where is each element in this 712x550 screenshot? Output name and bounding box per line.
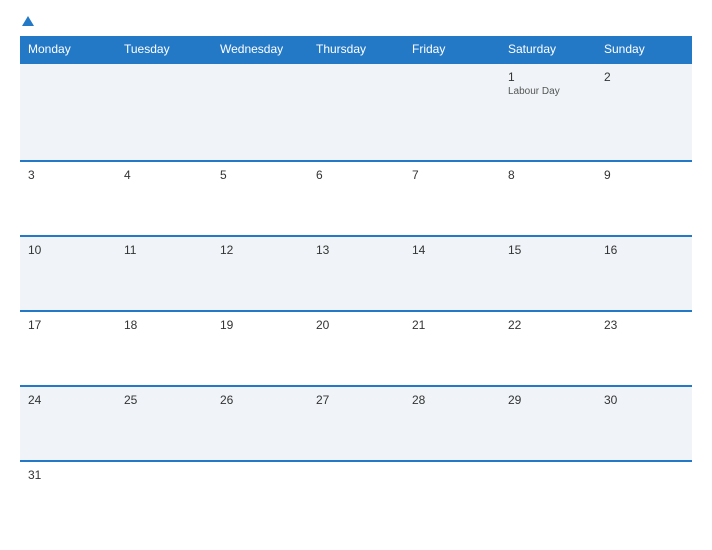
day-number: 30 — [604, 393, 684, 407]
day-number: 13 — [316, 243, 396, 257]
day-number: 29 — [508, 393, 588, 407]
day-number: 9 — [604, 168, 684, 182]
day-number: 17 — [28, 318, 108, 332]
day-number: 7 — [412, 168, 492, 182]
logo-triangle-icon — [22, 16, 34, 26]
calendar-week-6: 31 — [20, 461, 692, 534]
day-number: 18 — [124, 318, 204, 332]
calendar-cell: 8 — [500, 161, 596, 236]
calendar-cell: 31 — [20, 461, 116, 534]
calendar-cell — [308, 461, 404, 534]
calendar-cell: 21 — [404, 311, 500, 386]
day-number: 5 — [220, 168, 300, 182]
day-number: 24 — [28, 393, 108, 407]
day-number: 8 — [508, 168, 588, 182]
calendar-cell: 15 — [500, 236, 596, 311]
calendar-table: MondayTuesdayWednesdayThursdayFridaySatu… — [20, 36, 692, 534]
calendar-cell: 25 — [116, 386, 212, 461]
calendar-cell: 1 Labour Day — [500, 63, 596, 161]
day-number: 12 — [220, 243, 300, 257]
day-number: 4 — [124, 168, 204, 182]
calendar-cell: 30 — [596, 386, 692, 461]
holiday-label: Labour Day — [508, 86, 588, 97]
day-number: 6 — [316, 168, 396, 182]
day-number: 28 — [412, 393, 492, 407]
calendar-cell — [404, 63, 500, 161]
day-number: 21 — [412, 318, 492, 332]
calendar-cell — [116, 63, 212, 161]
calendar-cell: 5 — [212, 161, 308, 236]
day-header-sunday: Sunday — [596, 36, 692, 63]
calendar-cell: 19 — [212, 311, 308, 386]
calendar-week-5: 24 25 26 27 28 29 30 — [20, 386, 692, 461]
calendar-cell: 29 — [500, 386, 596, 461]
calendar-cell: 13 — [308, 236, 404, 311]
calendar-week-3: 10 11 12 13 14 15 16 — [20, 236, 692, 311]
day-number: 22 — [508, 318, 588, 332]
calendar-cell: 28 — [404, 386, 500, 461]
calendar-cell: 17 — [20, 311, 116, 386]
calendar-week-1: 1 Labour Day 2 — [20, 63, 692, 161]
day-number: 2 — [604, 70, 684, 84]
calendar-cell: 24 — [20, 386, 116, 461]
calendar-cell: 10 — [20, 236, 116, 311]
calendar-cell: 23 — [596, 311, 692, 386]
calendar-cell: 3 — [20, 161, 116, 236]
day-header-wednesday: Wednesday — [212, 36, 308, 63]
calendar-cell: 2 — [596, 63, 692, 161]
calendar-cell — [212, 63, 308, 161]
day-number: 15 — [508, 243, 588, 257]
day-number: 11 — [124, 243, 204, 257]
calendar-cell: 4 — [116, 161, 212, 236]
day-number: 23 — [604, 318, 684, 332]
calendar-cell — [20, 63, 116, 161]
day-number: 1 — [508, 70, 588, 84]
calendar-cell — [596, 461, 692, 534]
day-header-monday: Monday — [20, 36, 116, 63]
calendar-cell: 11 — [116, 236, 212, 311]
calendar-cell: 7 — [404, 161, 500, 236]
calendar-cell — [212, 461, 308, 534]
calendar-cell: 14 — [404, 236, 500, 311]
calendar-cell: 18 — [116, 311, 212, 386]
logo — [20, 16, 34, 26]
day-number: 10 — [28, 243, 108, 257]
day-number: 20 — [316, 318, 396, 332]
calendar-cell — [404, 461, 500, 534]
calendar-week-2: 3 4 5 6 7 8 9 — [20, 161, 692, 236]
calendar-cell: 26 — [212, 386, 308, 461]
day-number: 14 — [412, 243, 492, 257]
day-number: 3 — [28, 168, 108, 182]
day-header-friday: Friday — [404, 36, 500, 63]
day-number: 19 — [220, 318, 300, 332]
day-header-saturday: Saturday — [500, 36, 596, 63]
calendar-cell — [308, 63, 404, 161]
calendar-header-row: MondayTuesdayWednesdayThursdayFridaySatu… — [20, 36, 692, 63]
day-number: 16 — [604, 243, 684, 257]
calendar-cell — [500, 461, 596, 534]
calendar-week-4: 17 18 19 20 21 22 23 — [20, 311, 692, 386]
calendar-cell: 12 — [212, 236, 308, 311]
day-number: 27 — [316, 393, 396, 407]
calendar-cell: 6 — [308, 161, 404, 236]
page-header — [20, 16, 692, 26]
day-header-thursday: Thursday — [308, 36, 404, 63]
day-header-tuesday: Tuesday — [116, 36, 212, 63]
calendar-cell: 27 — [308, 386, 404, 461]
calendar-cell: 16 — [596, 236, 692, 311]
calendar-cell: 22 — [500, 311, 596, 386]
day-number: 26 — [220, 393, 300, 407]
calendar-cell: 9 — [596, 161, 692, 236]
calendar-cell: 20 — [308, 311, 404, 386]
calendar-cell — [116, 461, 212, 534]
day-number: 31 — [28, 468, 108, 482]
day-number: 25 — [124, 393, 204, 407]
